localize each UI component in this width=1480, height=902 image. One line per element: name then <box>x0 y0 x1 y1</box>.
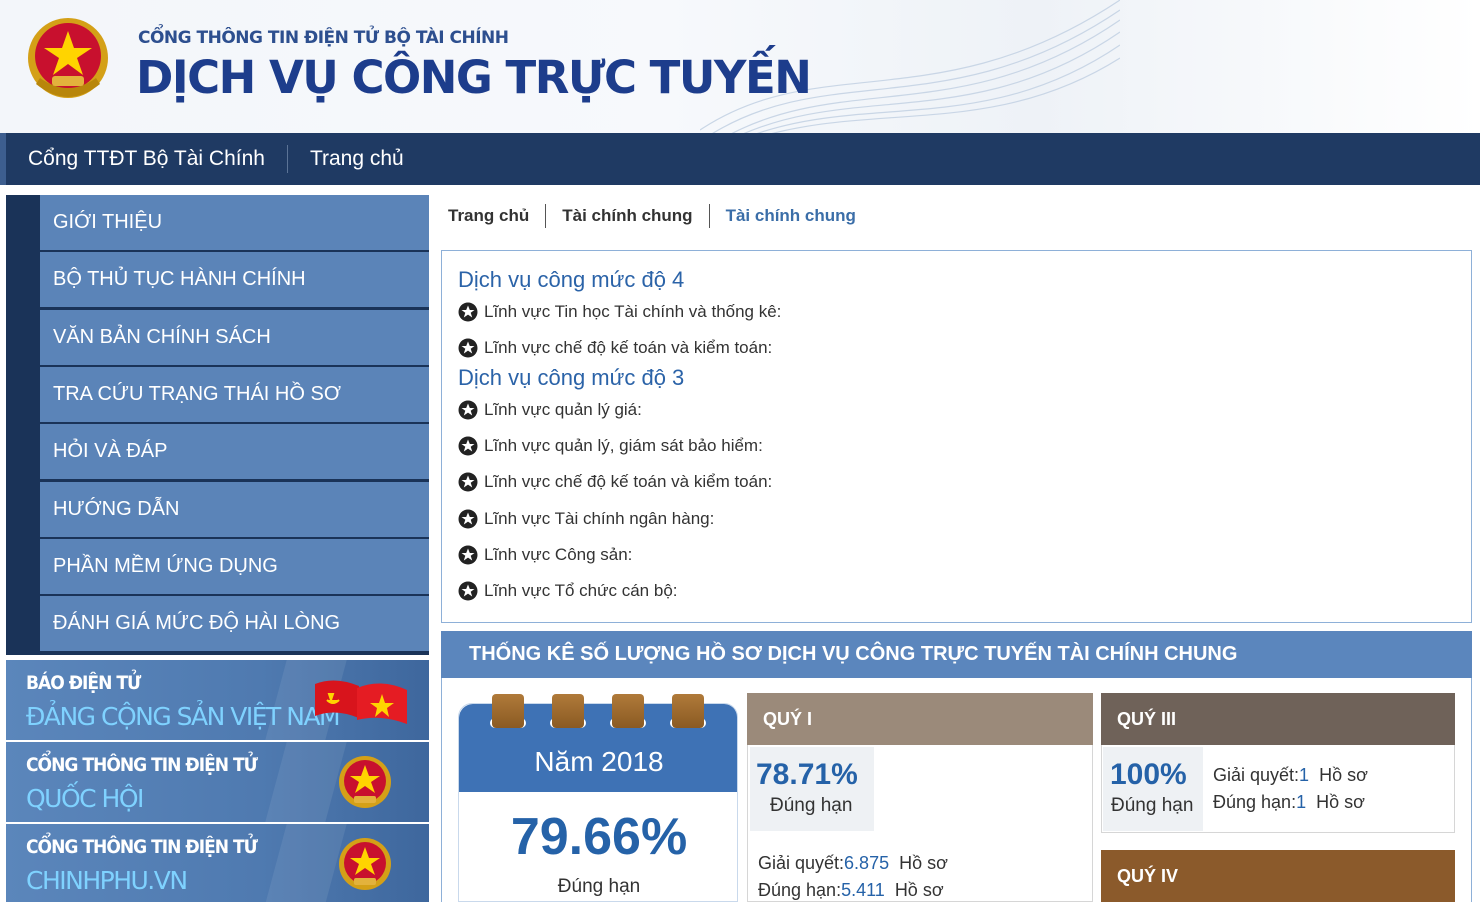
sidebar-item-introduction[interactable]: GIỚI THIỆU <box>40 195 429 250</box>
header-banner: CỔNG THÔNG TIN ĐIỆN TỬ BỘ TÀI CHÍNH DỊCH… <box>0 0 1480 133</box>
portal-title: DỊCH VỤ CÔNG TRỰC TUYẾN <box>136 51 812 104</box>
quarter-1-resolved: Giải quyết:6.875 Hồ sơ <box>758 853 948 873</box>
star-circle-icon <box>458 400 478 420</box>
sidebar-item-policy-documents[interactable]: VĂN BẢN CHÍNH SÁCH <box>40 310 429 365</box>
quarter-1-percent: 78.71% <box>756 758 858 791</box>
star-circle-icon <box>458 509 478 529</box>
services-panel: Dịch vụ công mức độ 4 Lĩnh vực Tin học T… <box>441 250 1472 623</box>
service-item[interactable]: Lĩnh vực Công sản: <box>458 545 632 565</box>
promo-line1: CỔNG THÔNG TIN ĐIỆN TỬ <box>26 836 258 858</box>
national-emblem-icon <box>339 838 391 890</box>
breadcrumb-home[interactable]: Trang chủ <box>448 206 529 226</box>
sidebar-menu: GIỚI THIỆU BỘ THỦ TỤC HÀNH CHÍNH VĂN BẢN… <box>6 195 429 655</box>
sidebar-item-guide[interactable]: HƯỚNG DẪN <box>40 482 429 537</box>
calendar-ring-icon <box>488 694 528 738</box>
star-circle-icon <box>458 472 478 492</box>
quarter-1-ontime: Đúng hạn:5.411 Hồ sơ <box>758 880 944 900</box>
sidebar-item-qa[interactable]: HỎI VÀ ĐÁP <box>40 424 429 479</box>
service-item[interactable]: Lĩnh vực Tài chính ngân hàng: <box>458 509 714 529</box>
year-ontime-percent: 79.66% <box>510 808 688 866</box>
service-item[interactable]: Lĩnh vực chế độ kế toán và kiểm toán: <box>458 338 772 358</box>
flags-icon <box>315 680 407 724</box>
service-item-label: Lĩnh vực Tổ chức cán bộ: <box>484 581 678 600</box>
promo-line1: BÁO ĐIỆN TỬ <box>26 672 141 694</box>
quarter-3-ontime: Đúng hạn:1 Hồ sơ <box>1213 792 1365 812</box>
breadcrumb-general-finance[interactable]: Tài chính chung <box>562 206 692 226</box>
star-circle-icon <box>458 302 478 322</box>
star-circle-icon <box>458 581 478 601</box>
year-ontime-label: Đúng hạn <box>557 876 641 897</box>
star-circle-icon <box>458 545 478 565</box>
year-label: Năm 2018 <box>534 746 664 777</box>
quarter-4-header: QUÝ IV <box>1101 850 1455 902</box>
national-emblem-icon <box>339 756 391 808</box>
promo-line2: ĐẢNG CỘNG SẢN VIỆT NAM <box>26 702 341 731</box>
service-item-label: Lĩnh vực Tin học Tài chính và thống kê: <box>484 302 782 321</box>
top-navigation: Cổng TTĐT Bộ Tài Chính Trang chủ <box>0 133 1480 185</box>
breadcrumb-current[interactable]: Tài chính chung <box>726 206 856 226</box>
promo-line2: CHINHPHU.VN <box>26 866 188 895</box>
service-item-label: Lĩnh vực chế độ kế toán và kiểm toán: <box>484 338 773 357</box>
sidebar-item-satisfaction[interactable]: ĐÁNH GIÁ MỨC ĐỘ HÀI LÒNG <box>40 596 429 651</box>
sidebar-item-dossier-status[interactable]: TRA CỨU TRẠNG THÁI HỒ SƠ <box>40 367 429 422</box>
service-item[interactable]: Lĩnh vực Tin học Tài chính và thống kê: <box>458 302 781 322</box>
national-emblem-icon <box>28 18 108 98</box>
portal-subtitle: CỔNG THÔNG TIN ĐIỆN TỬ BỘ TÀI CHÍNH <box>138 28 509 48</box>
service-item[interactable]: Lĩnh vực chế độ kế toán và kiểm toán: <box>458 472 772 492</box>
nav-link-mof-portal[interactable]: Cổng TTĐT Bộ Tài Chính <box>6 145 287 173</box>
service-item[interactable]: Lĩnh vực quản lý, giám sát bảo hiểm: <box>458 436 763 456</box>
promo-banner-government-portal[interactable]: CỔNG THÔNG TIN ĐIỆN TỬ CHINHPHU.VN <box>6 824 429 902</box>
breadcrumb: Trang chủ Tài chính chung Tài chính chun… <box>448 203 856 229</box>
quarter-3-ontime-label: Đúng hạn <box>1111 795 1194 816</box>
service-item-label: Lĩnh vực Công sản: <box>484 545 633 564</box>
promo-banner-communist-party[interactable]: BÁO ĐIỆN TỬ ĐẢNG CỘNG SẢN VIỆT NAM <box>6 660 429 740</box>
quarter-3-header: QUÝ III <box>1101 693 1455 745</box>
sidebar-item-procedures[interactable]: BỘ THỦ TỤC HÀNH CHÍNH <box>40 252 429 307</box>
quarter-3-percent: 100% <box>1110 758 1187 791</box>
level3-heading: Dịch vụ công mức độ 3 <box>458 365 685 390</box>
promo-banner-national-assembly[interactable]: CỔNG THÔNG TIN ĐIỆN TỬ QUỐC HỘI <box>6 742 429 822</box>
service-item-label: Lĩnh vực chế độ kế toán và kiểm toán: <box>484 472 773 491</box>
calendar-ring-icon <box>668 694 708 738</box>
calendar-ring-icon <box>548 694 588 738</box>
nav-link-home[interactable]: Trang chủ <box>288 145 426 173</box>
promo-line2: QUỐC HỘI <box>26 784 144 813</box>
service-item-label: Lĩnh vực quản lý, giám sát bảo hiểm: <box>484 436 763 455</box>
quarter-3-resolved: Giải quyết:1 Hồ sơ <box>1213 765 1368 785</box>
sidebar-item-software[interactable]: PHẦN MỀM ỨNG DỤNG <box>40 539 429 594</box>
breadcrumb-divider <box>708 204 710 228</box>
service-item[interactable]: Lĩnh vực Tổ chức cán bộ: <box>458 581 678 601</box>
service-item[interactable]: Lĩnh vực quản lý giá: <box>458 400 642 420</box>
star-circle-icon <box>458 436 478 456</box>
star-circle-icon <box>458 338 478 358</box>
stats-heading: THỐNG KÊ SỐ LƯỢNG HỒ SƠ DỊCH VỤ CÔNG TRỰ… <box>441 631 1472 678</box>
level4-heading: Dịch vụ công mức độ 4 <box>458 267 685 292</box>
service-item-label: Lĩnh vực quản lý giá: <box>484 400 642 419</box>
promo-line1: CỔNG THÔNG TIN ĐIỆN TỬ <box>26 754 258 776</box>
quarter-1-ontime-label: Đúng hạn <box>770 795 853 816</box>
service-item-label: Lĩnh vực Tài chính ngân hàng: <box>484 509 715 528</box>
calendar-ring-icon <box>608 694 648 738</box>
quarter-1-header: QUÝ I <box>747 693 1093 745</box>
breadcrumb-divider <box>545 204 547 228</box>
